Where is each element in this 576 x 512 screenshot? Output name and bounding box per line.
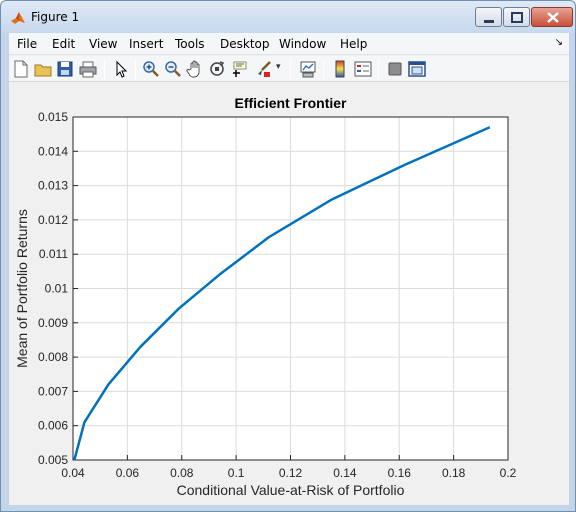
menu-file[interactable]: File <box>17 37 37 51</box>
close-icon <box>547 12 559 23</box>
y-axis-label: Mean of Portfolio Returns <box>14 209 30 368</box>
maximize-button[interactable] <box>503 7 530 27</box>
show-plot-tools-icon[interactable] <box>408 60 426 78</box>
chart-title: Efficient Frontier <box>234 95 347 111</box>
open-file-icon[interactable] <box>34 60 52 78</box>
y-tick-label: 0.015 <box>38 110 68 124</box>
x-tick-label: 0.1 <box>228 466 245 480</box>
matlab-icon <box>11 12 25 24</box>
pointer-icon[interactable] <box>112 60 130 78</box>
save-icon[interactable] <box>56 60 74 78</box>
rotate-3d-icon[interactable] <box>208 60 226 78</box>
toolbar-separator <box>378 59 379 79</box>
x-tick-label: 0.06 <box>116 466 140 480</box>
maximize-icon <box>511 12 523 23</box>
print-icon[interactable] <box>79 60 97 78</box>
brush-icon[interactable] <box>255 60 273 78</box>
y-tick-label: 0.01 <box>45 282 69 296</box>
y-tick-label: 0.014 <box>38 144 68 158</box>
dock-arrow-icon[interactable]: ↘ <box>555 37 563 48</box>
x-tick-label: 0.14 <box>333 466 357 480</box>
data-cursor-icon[interactable] <box>231 60 249 78</box>
figure-client: File Edit View Insert Tools Desktop Wind… <box>9 33 569 505</box>
y-tick-label: 0.011 <box>39 247 68 261</box>
y-tick-label: 0.008 <box>38 350 68 364</box>
x-tick-label: 0.16 <box>388 466 412 480</box>
figure-window: Figure 1 File Edit View Insert Tools Des… <box>0 0 576 512</box>
menu-window[interactable]: Window <box>279 37 326 51</box>
figure-canvas[interactable]: 0.04 0.06 0.08 0.1 0.12 0.14 0.16 0.18 0.2 0.005 0… <box>9 83 569 505</box>
close-button[interactable] <box>531 7 573 27</box>
menu-edit[interactable]: Edit <box>52 37 75 51</box>
y-tick-label: 0.013 <box>38 179 68 193</box>
menu-desktop[interactable]: Desktop <box>220 37 270 51</box>
y-tick-label: 0.007 <box>38 384 68 398</box>
minimize-icon <box>484 20 494 23</box>
x-tick-label: 0.04 <box>61 466 85 480</box>
minimize-button[interactable] <box>475 7 502 27</box>
plot-svg: 0.04 0.06 0.08 0.1 0.12 0.14 0.16 0.18 0.2 0.005 0… <box>14 95 517 498</box>
pan-icon[interactable] <box>186 60 204 78</box>
x-axis-label: Conditional Value-at-Risk of Portfolio <box>177 482 405 498</box>
x-tick-label: 0.2 <box>500 466 517 480</box>
x-tick-label: 0.08 <box>170 466 194 480</box>
colorbar-icon[interactable] <box>331 60 349 78</box>
toolbar-separator <box>135 59 136 79</box>
legend-icon[interactable] <box>354 60 372 78</box>
toolbar-separator <box>104 59 105 79</box>
toolbar-separator <box>323 59 324 79</box>
y-tick-label: 0.012 <box>38 213 68 227</box>
menu-view[interactable]: View <box>89 37 117 51</box>
hide-plot-tools-icon[interactable] <box>386 60 404 78</box>
new-figure-icon[interactable] <box>12 60 30 78</box>
menu-insert[interactable]: Insert <box>129 37 163 51</box>
y-tick-label: 0.009 <box>38 316 68 330</box>
title-bar[interactable]: Figure 1 <box>1 1 575 33</box>
figure-toolbar: ▾ <box>9 56 569 82</box>
menu-help[interactable]: Help <box>340 37 367 51</box>
y-tick-label: 0.005 <box>38 453 68 467</box>
x-tick-label: 0.12 <box>279 466 303 480</box>
menu-bar: File Edit View Insert Tools Desktop Wind… <box>9 33 569 55</box>
y-tick-label: 0.006 <box>38 419 68 433</box>
toolbar-separator <box>290 59 291 79</box>
zoom-in-icon[interactable] <box>142 60 160 78</box>
zoom-out-icon[interactable] <box>164 60 182 78</box>
link-plot-icon[interactable] <box>299 60 317 78</box>
menu-tools[interactable]: Tools <box>175 37 205 51</box>
window-title: Figure 1 <box>31 10 80 24</box>
x-tick-label: 0.18 <box>442 466 466 480</box>
brush-dropdown-icon[interactable]: ▾ <box>276 61 281 72</box>
